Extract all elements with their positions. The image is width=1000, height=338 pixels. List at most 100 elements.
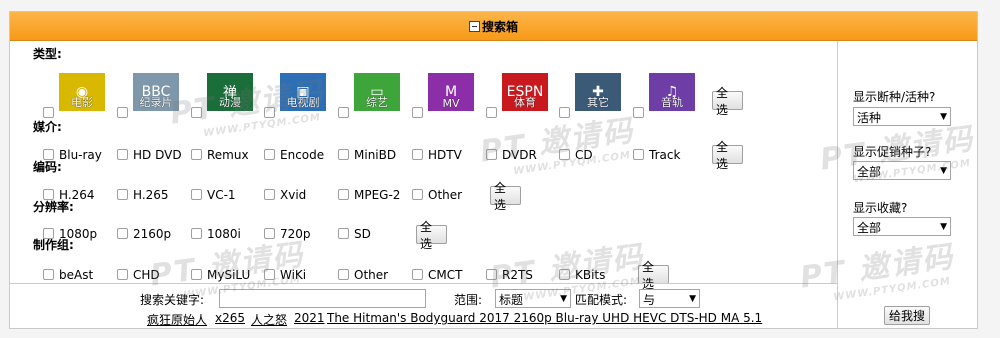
keyword-label: 搜索关键字: — [140, 293, 205, 307]
resolution-label: 1080i — [207, 227, 241, 241]
media-checkbox[interactable] — [633, 149, 644, 160]
resolution-checkbox[interactable] — [338, 228, 349, 239]
category-label: 电影 — [71, 96, 93, 109]
dead-alive-select[interactable]: 活种 ▼ — [853, 107, 951, 126]
category-label: 动漫 — [219, 96, 241, 109]
media-checkbox[interactable] — [338, 149, 349, 160]
media-checkbox[interactable] — [264, 149, 275, 160]
category-tile[interactable]: ♫ 音轨 — [649, 73, 695, 111]
promotion-select-value: 全部 — [857, 165, 882, 179]
group-label: MySiLU — [207, 268, 251, 282]
codec-checkbox[interactable] — [117, 189, 128, 200]
media-label: HD DVD — [133, 148, 182, 162]
media-checkbox[interactable] — [191, 149, 202, 160]
category-checkbox[interactable] — [633, 107, 644, 118]
group-checkbox[interactable] — [559, 269, 570, 280]
category-tile[interactable]: ▭ 综艺 — [354, 73, 400, 111]
collapse-icon[interactable] — [468, 20, 480, 32]
category-tile[interactable]: ESPN 体育 — [502, 73, 548, 111]
category-label: 其它 — [587, 96, 609, 109]
category-tile[interactable]: ▣ 电视剧 — [280, 73, 326, 111]
group-checkbox[interactable] — [117, 269, 128, 280]
media-checkbox[interactable] — [43, 149, 54, 160]
codec-checkbox[interactable] — [338, 189, 349, 200]
codec-label: Xvid — [280, 188, 307, 202]
search-box-header[interactable]: 搜索箱 — [10, 12, 977, 41]
category-tile[interactable]: 禅动漫 — [207, 73, 253, 111]
media-label: DVDR — [502, 148, 537, 162]
category-checkbox[interactable] — [338, 107, 349, 118]
media-checkbox[interactable] — [412, 149, 423, 160]
hot-search-link[interactable]: x265 — [215, 311, 245, 325]
group-checkbox[interactable] — [486, 269, 497, 280]
hot-search-link[interactable]: 人之怒 — [251, 311, 287, 328]
match-select[interactable]: 与 ▼ — [639, 289, 700, 308]
scope-label: 范围: — [454, 293, 483, 307]
category-tile[interactable]: BBC 纪录片 — [133, 73, 179, 111]
codec-checkbox[interactable] — [191, 189, 202, 200]
keyword-input[interactable] — [219, 289, 426, 308]
select-all-group-button[interactable]: 全选 — [638, 260, 669, 291]
codec-label: MPEG-2 — [354, 188, 401, 202]
hot-search-link[interactable]: The Hitman's Bodyguard 2017 2160p Blu-ra… — [327, 311, 762, 325]
group-label: KBits — [575, 268, 606, 282]
promotion-label: 显示促销种子? — [853, 145, 932, 159]
options-panel: 显示断种/活种? 活种 ▼ 显示促销种子? 全部 ▼ 显示收藏? 全部 ▼ 给我搜 — [838, 41, 977, 328]
category-tile[interactable]: ✚ 其它 — [575, 73, 621, 111]
resolution-checkbox[interactable] — [191, 228, 202, 239]
group-checkbox[interactable] — [412, 269, 423, 280]
resolution-checkbox[interactable] — [43, 228, 54, 239]
codec-label: VC-1 — [207, 188, 236, 202]
category-checkbox[interactable] — [43, 107, 54, 118]
category-checkbox[interactable] — [412, 107, 423, 118]
group-label: beAst — [59, 268, 94, 282]
favorites-select-value: 全部 — [857, 221, 882, 235]
category-tile[interactable]: M MV — [428, 73, 474, 111]
media-label: Blu-ray — [59, 148, 102, 162]
codec-checkbox[interactable] — [412, 189, 423, 200]
codec-checkbox[interactable] — [264, 189, 275, 200]
favorites-select[interactable]: 全部 ▼ — [853, 217, 951, 236]
category-checkbox[interactable] — [117, 107, 128, 118]
match-select-value: 与 — [643, 293, 656, 307]
select-all-media-button[interactable]: 全选 — [712, 140, 743, 171]
hot-search-link[interactable]: 疯狂原始人 — [147, 311, 207, 328]
scope-select-value: 标题 — [499, 293, 524, 307]
promotion-select[interactable]: 全部 ▼ — [853, 161, 951, 180]
category-checkbox[interactable] — [559, 107, 570, 118]
category-label: 纪录片 — [139, 96, 173, 109]
submit-search-button[interactable]: 给我搜 — [884, 306, 930, 325]
media-checkbox[interactable] — [117, 149, 128, 160]
scope-select[interactable]: 标题 ▼ — [495, 289, 571, 308]
dead-alive-select-value: 活种 — [857, 111, 882, 125]
group-label: CMCT — [428, 268, 463, 282]
select-all-codec-button[interactable]: 全选 — [490, 181, 521, 212]
resolution-label: 2160p — [133, 227, 172, 241]
hot-search-link[interactable]: 2021 — [294, 311, 325, 325]
media-checkbox[interactable] — [486, 149, 497, 160]
favorites-label: 显示收藏? — [853, 201, 908, 215]
category-checkbox[interactable] — [191, 107, 202, 118]
codec-label: H.265 — [133, 188, 169, 202]
category-checkbox[interactable] — [486, 107, 497, 118]
resolution-checkbox[interactable] — [117, 228, 128, 239]
category-checkbox[interactable] — [264, 107, 275, 118]
category-label: 体育 — [514, 96, 536, 109]
media-label: HDTV — [428, 148, 462, 162]
select-all-type-button[interactable]: 全选 — [712, 86, 743, 117]
dead-alive-label: 显示断种/活种? — [853, 90, 936, 104]
select-all-resolution-button[interactable]: 全选 — [416, 220, 447, 251]
group-checkbox[interactable] — [264, 269, 275, 280]
chevron-down-icon: ▼ — [940, 222, 947, 232]
keyword-panel: 搜索关键字: 范围: 标题 ▼ 匹配模式: 与 ▼ 疯狂原始人 x265 人之怒 2021… — [10, 283, 838, 329]
match-label: 匹配模式: — [575, 293, 628, 307]
category-tile[interactable]: ◉ 电影 — [59, 73, 105, 111]
resolution-checkbox[interactable] — [264, 228, 275, 239]
codec-label: H.264 — [59, 188, 95, 202]
group-checkbox[interactable] — [191, 269, 202, 280]
group-checkbox[interactable] — [43, 269, 54, 280]
group-checkbox[interactable] — [338, 269, 349, 280]
media-checkbox[interactable] — [559, 149, 570, 160]
chevron-down-icon: ▼ — [560, 294, 567, 304]
codec-checkbox[interactable] — [43, 189, 54, 200]
